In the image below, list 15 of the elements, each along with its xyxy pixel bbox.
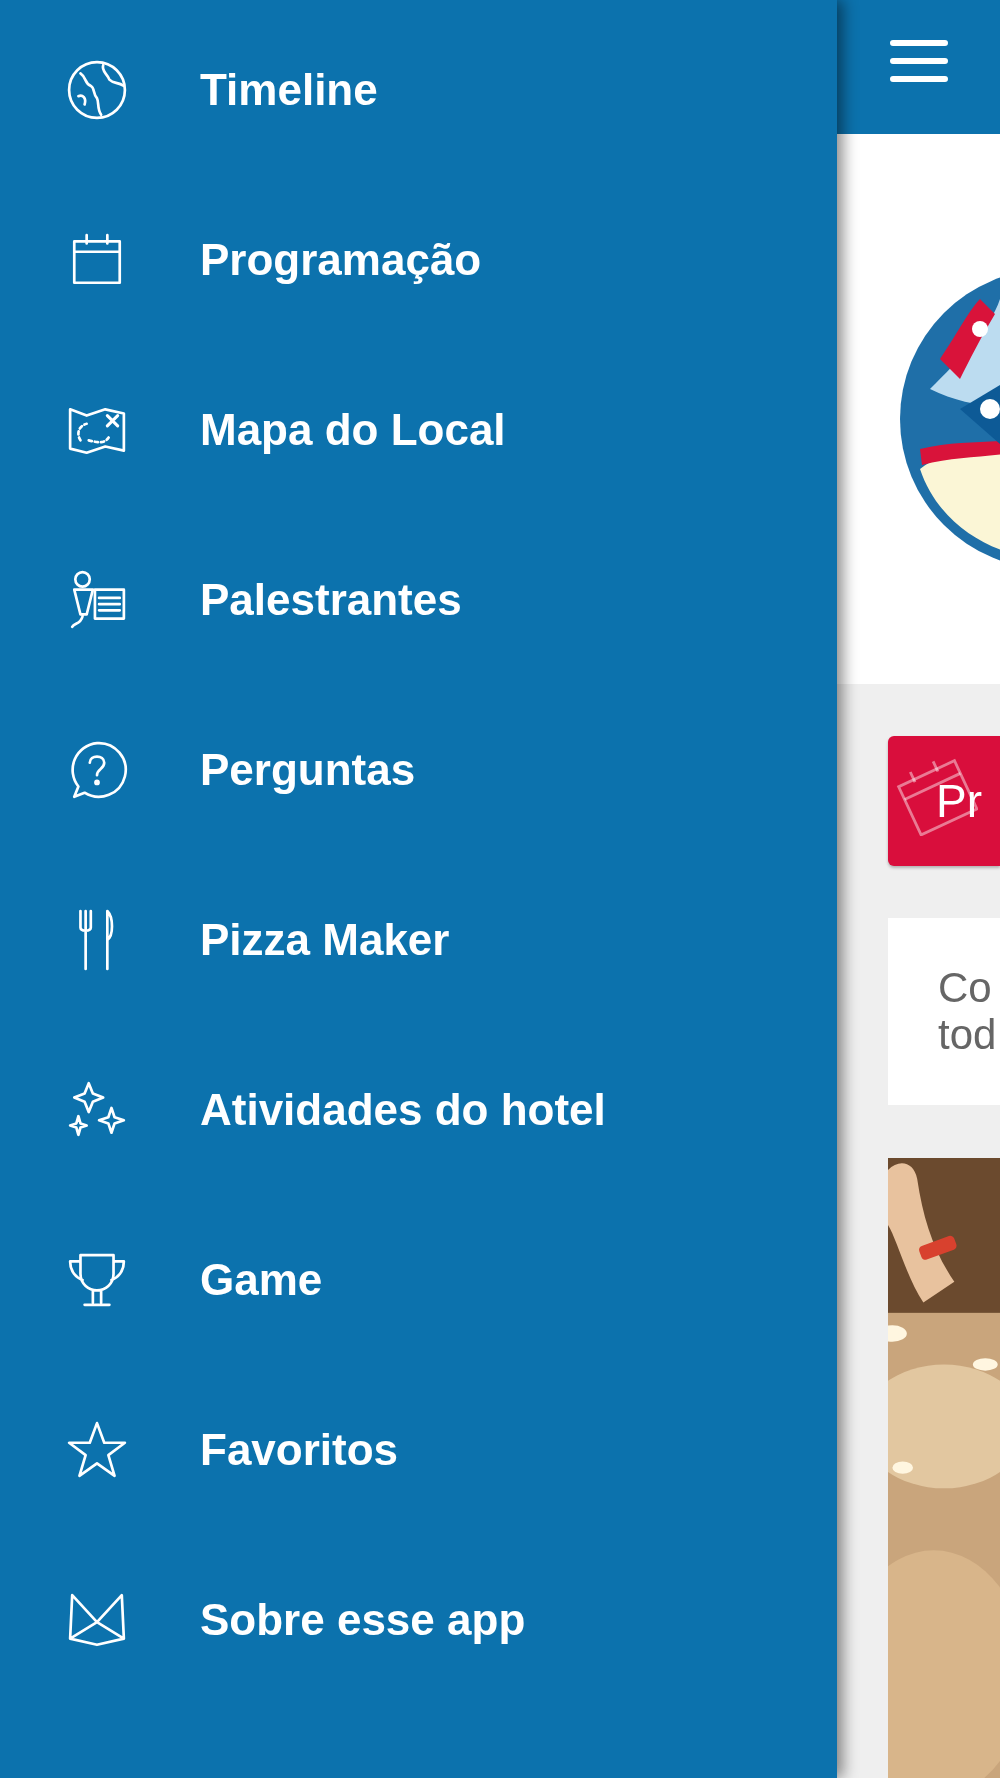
schedule-button[interactable]: Pr	[888, 736, 1000, 866]
menu-icon	[889, 37, 949, 85]
menu-item[interactable]: Mapa do Local	[0, 345, 837, 515]
menu-item[interactable]: Perguntas	[0, 685, 837, 855]
menu-item[interactable]: Palestrantes	[0, 515, 837, 685]
menu-item[interactable]: Game	[0, 1195, 837, 1365]
menu-item[interactable]: Programação	[0, 175, 837, 345]
menu-item[interactable]: Timeline	[0, 5, 837, 175]
card-text: Co tod	[938, 965, 997, 1058]
menu-item[interactable]: Pizza Maker	[0, 855, 837, 1025]
menu-button[interactable]	[889, 37, 949, 85]
globe-icon	[66, 59, 128, 121]
menu-item[interactable]: Atividades do hotel	[0, 1025, 837, 1195]
menu-item[interactable]: Sobre esse app	[0, 1535, 837, 1705]
menu-item[interactable]: Favoritos	[0, 1365, 837, 1535]
